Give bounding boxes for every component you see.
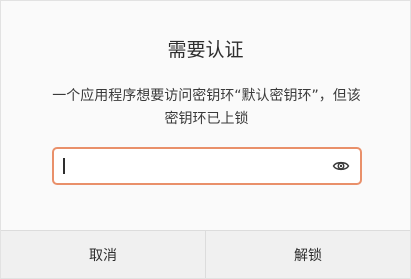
dialog-message: 一个应用程序想要访问密钥环“默认密钥环”，但该 密钥环已上锁 [31,85,382,131]
cancel-button[interactable]: 取消 [1,231,205,278]
dialog-button-bar: 取消 解锁 [1,230,410,278]
password-input[interactable] [62,156,322,176]
password-field[interactable] [52,147,362,185]
dialog-message-line-2: 密钥环已上锁 [164,111,249,127]
unlock-keyring-dialog: 需要认证 一个应用程序想要访问密钥环“默认密钥环”，但该 密钥环已上锁 取消 解… [0,0,411,279]
eye-icon[interactable] [332,158,350,174]
dialog-message-line-1: 一个应用程序想要访问密钥环“默认密钥环”，但该 [52,88,361,104]
unlock-button[interactable]: 解锁 [205,231,410,278]
dialog-title: 需要认证 [167,39,244,61]
text-caret [63,158,65,174]
